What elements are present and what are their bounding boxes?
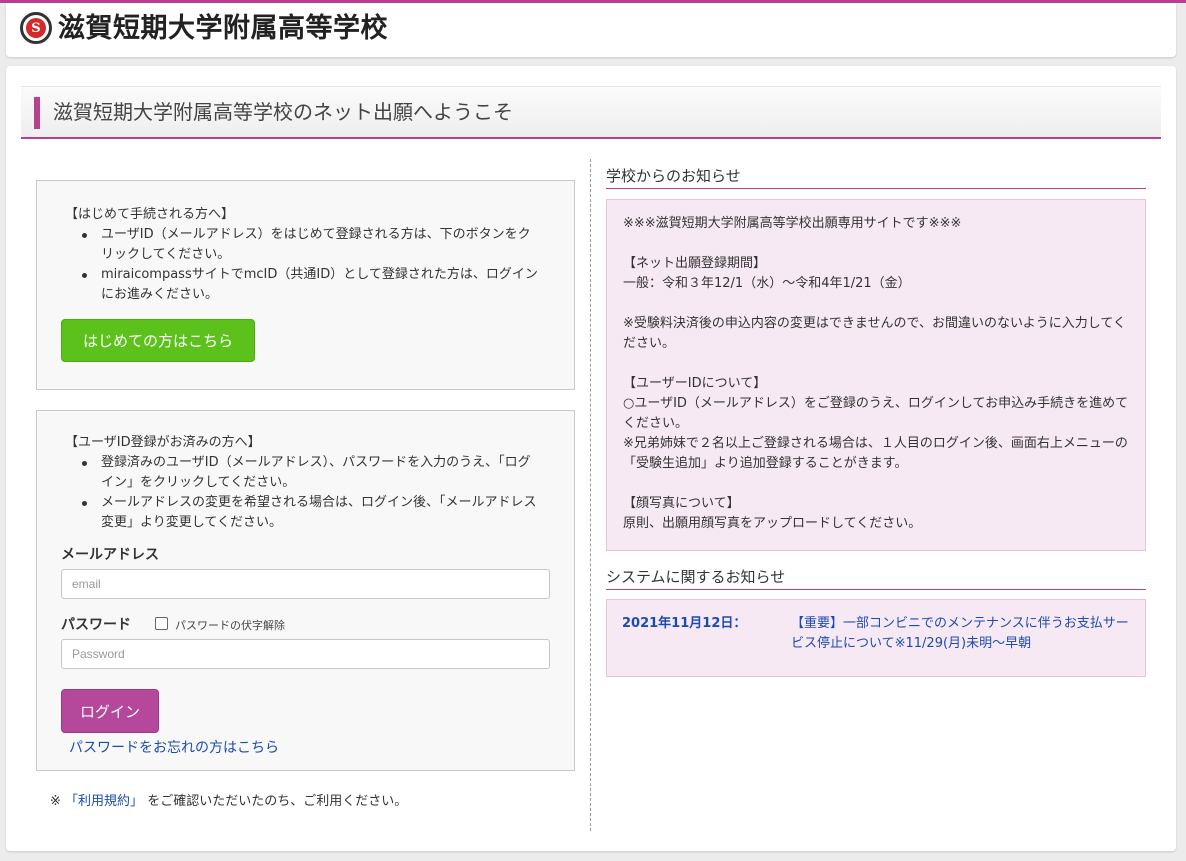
instruction-text: メールアドレスの変更を希望される場合は、ログイン後、「メールアドレス変更」より変…	[101, 495, 537, 530]
system-notice-link[interactable]: 【重要】一部コンビニでのメンテナンスに伴うお支払サービス停止について※11/29…	[791, 614, 1135, 654]
show-password-label[interactable]: パスワードの伏字解除	[175, 617, 285, 633]
system-notice-box: 2021年11月12日： 【重要】一部コンビニでのメンテナンスに伴うお支払サービ…	[606, 599, 1146, 677]
terms-link[interactable]: 「利用規約」	[65, 794, 143, 809]
password-label: パスワード	[61, 617, 131, 633]
email-input[interactable]: email	[61, 569, 550, 599]
forgot-password-link[interactable]: パスワードをお忘れの方はこちら	[69, 737, 279, 757]
instruction-text: miraicompassサイトでmcID（共通ID）として登録された方は、ログイ…	[101, 267, 538, 302]
bullet-icon	[82, 273, 87, 278]
login-instructions: 登録済みのユーザID（メールアドレス）、パスワードを入力のうえ、「ログイン」をク…	[57, 453, 541, 533]
school-emblem-icon: S	[20, 12, 52, 44]
list-item: ユーザID（メールアドレス）をはじめて登録される方は、下のボタンをクリックしてく…	[79, 225, 541, 265]
instruction-text: ユーザID（メールアドレス）をはじめて登録される方は、下のボタンをクリックしてく…	[101, 227, 531, 262]
system-notice-title: システムに関するお知らせ	[606, 567, 1146, 590]
first-time-panel: 【はじめて手続される方へ】 ユーザID（メールアドレス）をはじめて登録される方は…	[36, 180, 575, 390]
list-item: メールアドレスの変更を希望される場合は、ログイン後、「メールアドレス変更」より変…	[79, 493, 541, 533]
main-content: 滋賀短期大学附属高等学校のネット出願へようこそ 【はじめて手続される方へ】 ユー…	[6, 66, 1176, 851]
school-notice-title: 学校からのお知らせ	[606, 166, 1146, 189]
email-label: メールアドレス	[61, 547, 159, 563]
school-logo-text[interactable]: 滋賀短期大学附属高等学校	[58, 13, 388, 45]
heading-accent-bar	[34, 97, 40, 129]
site-header: S 滋賀短期大学附属高等学校	[6, 3, 1176, 57]
page-title: 滋賀短期大学附属高等学校のネット出願へようこそ	[53, 100, 513, 124]
page-heading: 滋賀短期大学附属高等学校のネット出願へようこそ	[21, 86, 1161, 139]
instruction-text: 登録済みのユーザID（メールアドレス）、パスワードを入力のうえ、「ログイン」をク…	[101, 455, 531, 490]
list-item: miraicompassサイトでmcID（共通ID）として登録された方は、ログイ…	[79, 265, 541, 305]
bullet-icon	[82, 461, 87, 466]
first-time-lead: 【はじめて手続される方へ】	[65, 207, 235, 222]
terms-notice: ※ 「利用規約」 をご確認いただいたのち、ご利用ください。	[50, 790, 407, 809]
terms-suffix: をご確認いただいたのち、ご利用ください。	[147, 794, 408, 809]
password-input[interactable]: Password	[61, 639, 550, 669]
column-divider	[590, 159, 591, 831]
login-button[interactable]: ログイン	[61, 689, 159, 733]
first-time-register-button[interactable]: はじめての方はこちら	[61, 319, 255, 362]
terms-prefix: ※	[50, 794, 61, 809]
bullet-icon	[82, 233, 87, 238]
bullet-icon	[82, 501, 87, 506]
list-item: 登録済みのユーザID（メールアドレス）、パスワードを入力のうえ、「ログイン」をク…	[79, 453, 541, 493]
school-notice-body: ※※※滋賀短期大学附属高等学校出願専用サイトです※※※ 【ネット出願登録期間】 …	[623, 216, 1129, 531]
login-panel: 【ユーザID登録がお済みの方へ】 登録済みのユーザID（メールアドレス）、パスワ…	[36, 410, 575, 771]
first-time-instructions: ユーザID（メールアドレス）をはじめて登録される方は、下のボタンをクリックしてく…	[57, 225, 541, 305]
login-lead: 【ユーザID登録がお済みの方へ】	[65, 435, 261, 450]
school-notice-box: ※※※滋賀短期大学附属高等学校出願専用サイトです※※※ 【ネット出願登録期間】 …	[606, 199, 1146, 551]
show-password-checkbox[interactable]	[155, 617, 168, 630]
emblem-letter: S	[31, 20, 41, 36]
system-notice-date: 2021年11月12日：	[622, 616, 747, 631]
